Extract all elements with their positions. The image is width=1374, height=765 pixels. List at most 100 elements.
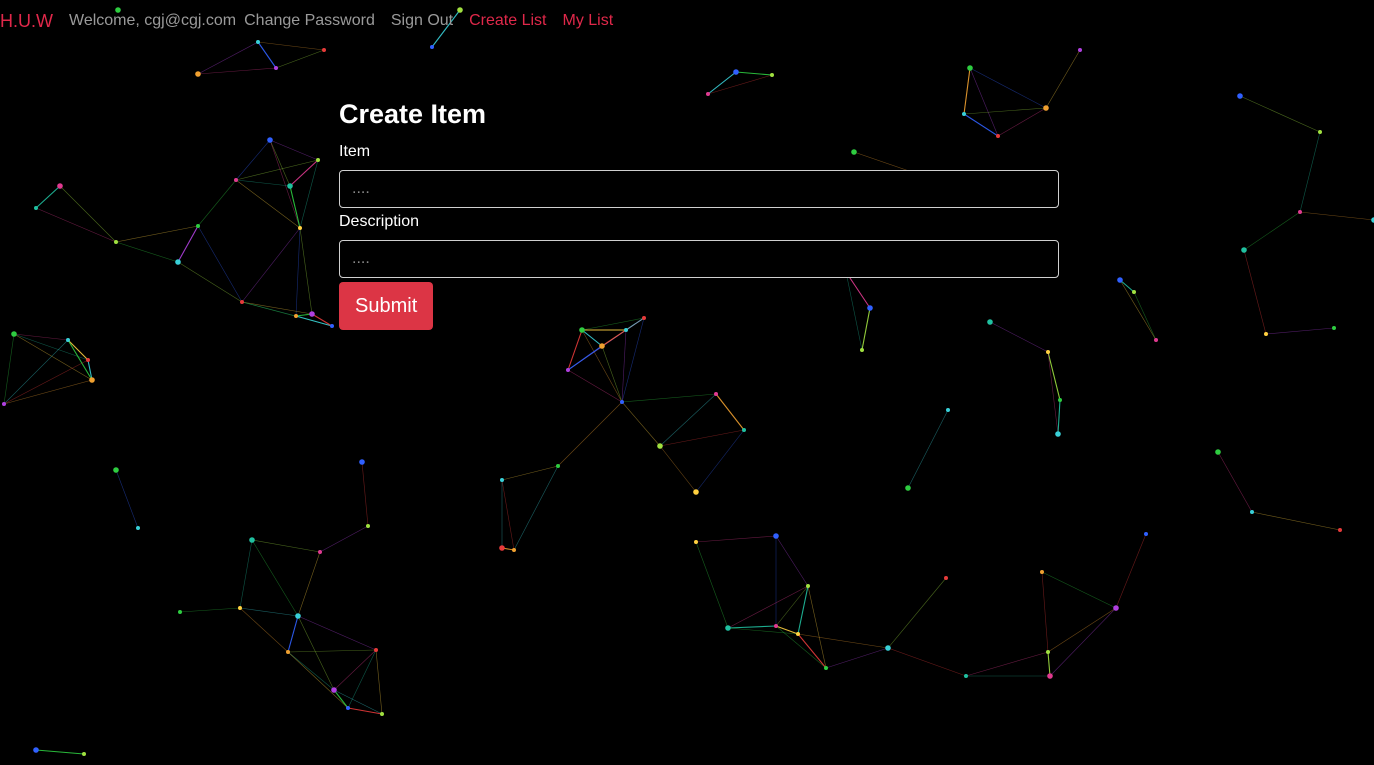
network-edge: [695, 541, 729, 629]
network-node: [11, 331, 17, 337]
network-node: [1055, 431, 1061, 437]
network-edge: [659, 393, 717, 447]
page-title: Create Item: [339, 99, 487, 129]
network-node: [620, 400, 624, 404]
network-edge: [295, 227, 301, 317]
network-edge: [287, 649, 377, 653]
network-node: [346, 706, 350, 710]
network-edge: [715, 393, 745, 431]
network-edge: [375, 649, 383, 715]
network-edge: [197, 225, 243, 303]
network-edge: [235, 159, 319, 181]
network-node: [694, 540, 698, 544]
network-edge: [311, 313, 333, 327]
sign-out-link[interactable]: Sign Out: [391, 12, 453, 30]
network-node: [796, 632, 800, 636]
network-node: [82, 752, 86, 756]
network-node: [657, 443, 663, 449]
network-edge: [707, 71, 737, 95]
network-edge: [695, 429, 745, 493]
network-edge: [275, 49, 325, 69]
network-edge: [735, 71, 773, 76]
network-edge: [347, 707, 383, 715]
network-node: [34, 206, 38, 210]
network-edge: [1049, 607, 1117, 677]
change-password-link[interactable]: Change Password: [244, 12, 375, 30]
network-edge: [1217, 451, 1253, 513]
network-edge: [1041, 571, 1117, 609]
network-edge: [287, 615, 299, 653]
network-node: [1144, 532, 1148, 536]
welcome-text: Welcome, cgj@cgj.com: [69, 12, 237, 29]
network-edge: [297, 551, 321, 617]
network-edge: [299, 159, 319, 229]
network-node: [330, 324, 334, 328]
network-edge: [115, 469, 139, 529]
network-edge: [965, 651, 1049, 677]
network-edge: [257, 41, 325, 51]
create-list-link[interactable]: Create List: [469, 12, 546, 30]
network-node: [322, 48, 326, 52]
network-node: [742, 428, 746, 432]
network-edge: [707, 74, 773, 95]
network-edge: [1251, 511, 1341, 531]
network-edge: [501, 479, 515, 551]
network-edge: [1265, 327, 1335, 335]
network-node: [1250, 510, 1254, 514]
network-node: [499, 545, 505, 551]
network-node: [316, 158, 320, 162]
network-node: [267, 137, 273, 143]
my-list-link[interactable]: My List: [563, 12, 614, 30]
network-edge: [287, 651, 335, 691]
network-node: [905, 485, 911, 491]
item-input[interactable]: [339, 170, 1059, 208]
network-edge: [1047, 651, 1051, 677]
network-node: [430, 45, 434, 49]
brand-logo-link[interactable]: H.U.W: [0, 11, 53, 32]
network-edge: [601, 345, 623, 403]
network-node: [967, 65, 973, 71]
network-edge: [239, 539, 253, 609]
network-node: [286, 650, 290, 654]
network-edge: [621, 401, 661, 447]
network-edge: [1243, 249, 1267, 335]
network-node: [175, 259, 181, 265]
network-edge: [299, 227, 313, 315]
network-edge: [567, 369, 623, 403]
network-node: [1332, 326, 1336, 330]
network-edge: [1239, 95, 1321, 133]
network-edge: [1299, 211, 1374, 221]
network-edge: [1041, 571, 1049, 653]
network-edge: [797, 585, 809, 635]
network-edge: [3, 339, 69, 405]
description-input[interactable]: [339, 240, 1059, 278]
network-edge: [35, 185, 61, 209]
network-edge: [59, 185, 117, 243]
network-edge: [241, 301, 313, 315]
network-edge: [1133, 291, 1157, 341]
network-edge: [177, 261, 243, 303]
network-edge: [807, 585, 827, 669]
network-edge: [659, 429, 745, 447]
network-node: [366, 524, 370, 528]
network-node: [964, 674, 968, 678]
network-node: [944, 576, 948, 580]
network-node: [1047, 673, 1053, 679]
network-node: [309, 311, 315, 317]
network-node: [1117, 277, 1123, 283]
network-edge: [333, 649, 377, 691]
network-edge: [115, 241, 179, 263]
network-edge: [775, 535, 809, 587]
submit-button[interactable]: Submit: [339, 282, 434, 330]
network-edge: [3, 333, 15, 405]
network-node: [1046, 350, 1050, 354]
network-edge: [621, 329, 627, 403]
network-edge: [727, 585, 809, 629]
network-edge: [621, 393, 717, 403]
network-edge: [695, 535, 777, 543]
network-node: [1046, 650, 1050, 654]
network-node: [318, 550, 322, 554]
network-edge: [35, 207, 117, 243]
network-edge: [887, 577, 947, 649]
network-node: [1264, 332, 1268, 336]
